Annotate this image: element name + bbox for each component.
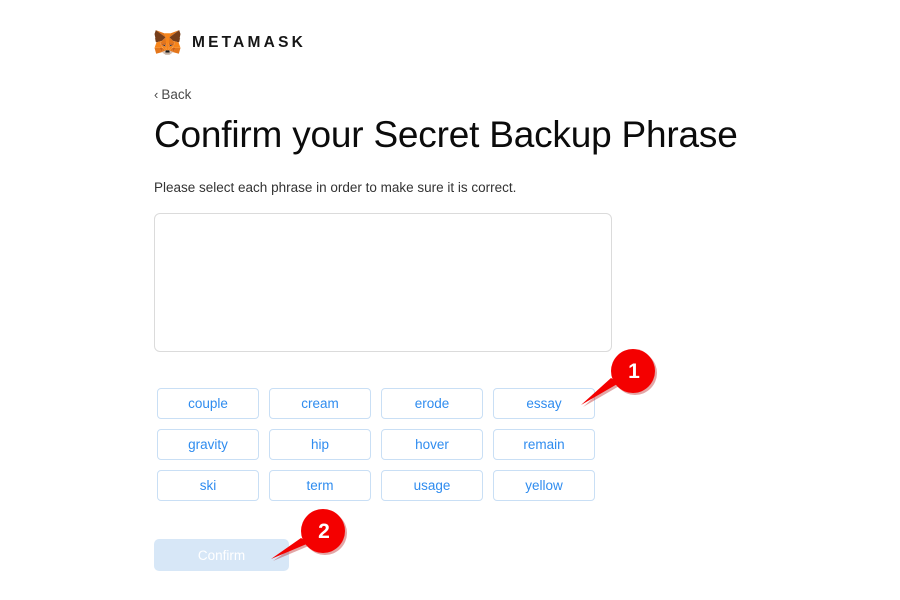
brand-header: METAMASK (154, 30, 306, 55)
word-chip[interactable]: gravity (157, 429, 259, 460)
word-chip[interactable]: ski (157, 470, 259, 501)
annotation-marker-2: 2 (271, 509, 347, 568)
annotation-marker-2-number: 2 (318, 520, 330, 543)
word-chip[interactable]: hover (381, 429, 483, 460)
word-chip-label: gravity (188, 437, 228, 452)
back-label: Back (161, 87, 192, 102)
confirm-button[interactable]: Confirm (154, 539, 289, 571)
word-chip-list: couple cream erode essay gravity hip hov… (157, 388, 607, 501)
word-chip[interactable]: erode (381, 388, 483, 419)
word-chip[interactable]: yellow (493, 470, 595, 501)
page-subtitle: Please select each phrase in order to ma… (154, 180, 517, 195)
back-link[interactable]: ‹ Back (154, 88, 191, 102)
chevron-left-icon: ‹ (154, 87, 159, 103)
word-chip-label: cream (301, 396, 339, 411)
metamask-fox-icon (154, 30, 181, 55)
word-chip-label: hover (415, 437, 449, 452)
word-chip-label: remain (523, 437, 565, 452)
selected-phrase-box[interactable] (154, 213, 612, 352)
word-chip[interactable]: term (269, 470, 371, 501)
word-chip-label: term (306, 478, 334, 493)
word-chip-label: erode (414, 396, 450, 411)
word-chip[interactable]: cream (269, 388, 371, 419)
annotation-marker-1-number: 1 (628, 360, 640, 383)
word-chip[interactable]: usage (381, 470, 483, 501)
word-chip[interactable]: remain (493, 429, 595, 460)
word-chip-label: usage (413, 478, 451, 493)
page-title: Confirm your Secret Backup Phrase (154, 114, 738, 155)
word-chip-label: yellow (525, 478, 563, 493)
brand-wordmark: METAMASK (192, 33, 306, 51)
onboarding-page: METAMASK ‹ Back Confirm your Secret Back… (0, 0, 900, 600)
word-chip-label: couple (188, 396, 228, 411)
word-chip-label: essay (526, 396, 562, 411)
word-chip[interactable]: essay (493, 388, 595, 419)
word-chip-label: ski (199, 478, 217, 493)
word-chip-label: hip (310, 437, 329, 452)
word-chip[interactable]: hip (269, 429, 371, 460)
word-chip[interactable]: couple (157, 388, 259, 419)
confirm-button-label: Confirm (197, 547, 246, 563)
